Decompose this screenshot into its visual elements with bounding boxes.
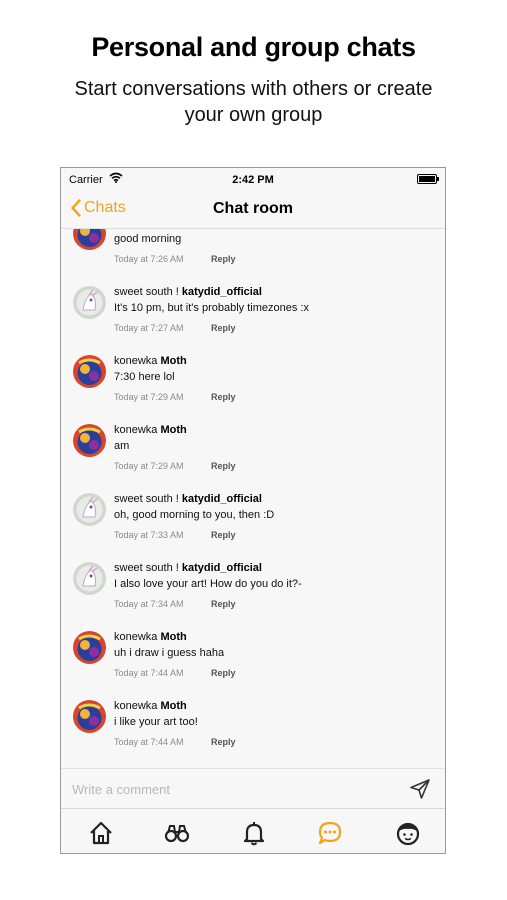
reply-button[interactable]: Reply <box>211 461 236 471</box>
message-row: konewka Moth uh i draw i guess haha Today … <box>61 631 445 697</box>
reply-button[interactable]: Reply <box>211 392 236 402</box>
author-display-name: sweet south ! <box>114 562 179 574</box>
message-author: konewka Moth <box>114 631 187 643</box>
message-author: konewka Moth <box>114 355 187 367</box>
battery-icon <box>417 174 439 184</box>
author-username[interactable]: katydid_official <box>182 562 262 574</box>
message-author: konewka Moth <box>114 700 187 712</box>
message-timestamp: Today at 7:44 AM <box>114 737 184 747</box>
message-text: good morning <box>114 233 182 245</box>
author-username[interactable]: Moth <box>160 424 186 436</box>
message-timestamp: Today at 7:33 AM <box>114 530 184 540</box>
chat-bubble-icon[interactable] <box>317 820 343 846</box>
message-row: konewka Mothgood morningToday at 7:26 AM… <box>61 229 445 283</box>
binoculars-icon[interactable] <box>164 820 190 846</box>
comment-input[interactable] <box>72 779 372 799</box>
status-bar: Carrier 2:42 PM <box>61 168 445 190</box>
message-row: konewka Moth i like your art too! Today at… <box>61 700 445 762</box>
author-username[interactable]: Moth <box>160 631 186 643</box>
message-text: oh, good morning to you, then :D <box>114 509 275 521</box>
promo-subtitle: Start conversations with others or creat… <box>74 78 433 126</box>
clock-time: 2:42 PM <box>232 174 274 186</box>
message-timestamp: Today at 7:29 AM <box>114 392 184 402</box>
send-icon[interactable] <box>409 778 431 800</box>
home-icon[interactable] <box>88 820 114 846</box>
avatar[interactable] <box>73 631 106 664</box>
reply-button[interactable]: Reply <box>211 599 236 609</box>
profile-face-icon[interactable] <box>395 820 421 846</box>
author-display-name: konewka <box>114 424 158 436</box>
promo-title: Personal and group chats <box>91 32 416 62</box>
message-author: sweet south ! katydid_official <box>114 286 262 298</box>
message-timestamp: Today at 7:26 AM <box>114 254 184 264</box>
message-timestamp: Today at 7:44 AM <box>114 668 184 678</box>
message-text: uh i draw i guess haha <box>114 647 225 659</box>
phone-screen: Carrier 2:42 PM Chats Chat room konewka … <box>60 167 446 854</box>
reply-button[interactable]: Reply <box>211 323 236 333</box>
message-timestamp: Today at 7:34 AM <box>114 599 184 609</box>
message-text: It's 10 pm, but it's probably timezones … <box>114 302 309 314</box>
avatar[interactable] <box>73 562 106 595</box>
message-timestamp: Today at 7:27 AM <box>114 323 184 333</box>
author-display-name: konewka <box>114 355 158 367</box>
tab-bar <box>61 808 445 853</box>
reply-button[interactable]: Reply <box>211 668 236 678</box>
reply-button[interactable]: Reply <box>211 737 236 747</box>
message-text: i like your art too! <box>114 716 198 728</box>
message-author: sweet south ! katydid_official <box>114 493 262 505</box>
avatar[interactable] <box>73 229 106 250</box>
message-text: am <box>114 440 130 452</box>
author-display-name: sweet south ! <box>114 493 179 505</box>
author-display-name: sweet south ! <box>114 286 179 298</box>
comment-bar <box>61 768 445 809</box>
author-display-name: konewka <box>114 631 158 643</box>
reply-button[interactable]: Reply <box>211 254 236 264</box>
avatar[interactable] <box>73 355 106 388</box>
author-username[interactable]: katydid_official <box>182 493 262 505</box>
author-username[interactable]: Moth <box>160 355 186 367</box>
message-row: sweet south ! katydid_official I also lov… <box>61 562 445 628</box>
message-row: konewka Moth am Today at 7:29 AM Reply <box>61 424 445 490</box>
avatar[interactable] <box>73 424 106 457</box>
message-row: konewka Moth 7:30 here lol Today at 7:29 A… <box>61 355 445 421</box>
bell-icon[interactable] <box>241 820 267 846</box>
reply-button[interactable]: Reply <box>211 530 236 540</box>
message-row: sweet south ! katydid_official It's 10 pm… <box>61 286 445 352</box>
navigation-bar: Chats Chat room <box>61 190 445 229</box>
message-row: sweet south ! katydid_official oh, good m… <box>61 493 445 559</box>
avatar[interactable] <box>73 493 106 526</box>
page-title: Chat room <box>213 200 293 217</box>
author-username[interactable]: katydid_official <box>182 286 262 298</box>
message-text: I also love your art! How do you do it?- <box>114 578 302 590</box>
avatar[interactable] <box>73 286 106 319</box>
message-author: sweet south ! katydid_official <box>114 562 262 574</box>
message-author: konewka Moth <box>114 424 187 436</box>
avatar[interactable] <box>73 700 106 733</box>
author-display-name: konewka <box>114 700 158 712</box>
message-timestamp: Today at 7:29 AM <box>114 461 184 471</box>
author-username[interactable]: Moth <box>160 700 186 712</box>
message-text: 7:30 here lol <box>114 371 175 383</box>
message-list[interactable]: konewka Moth good morning Today at 7:26 AM… <box>61 229 445 762</box>
